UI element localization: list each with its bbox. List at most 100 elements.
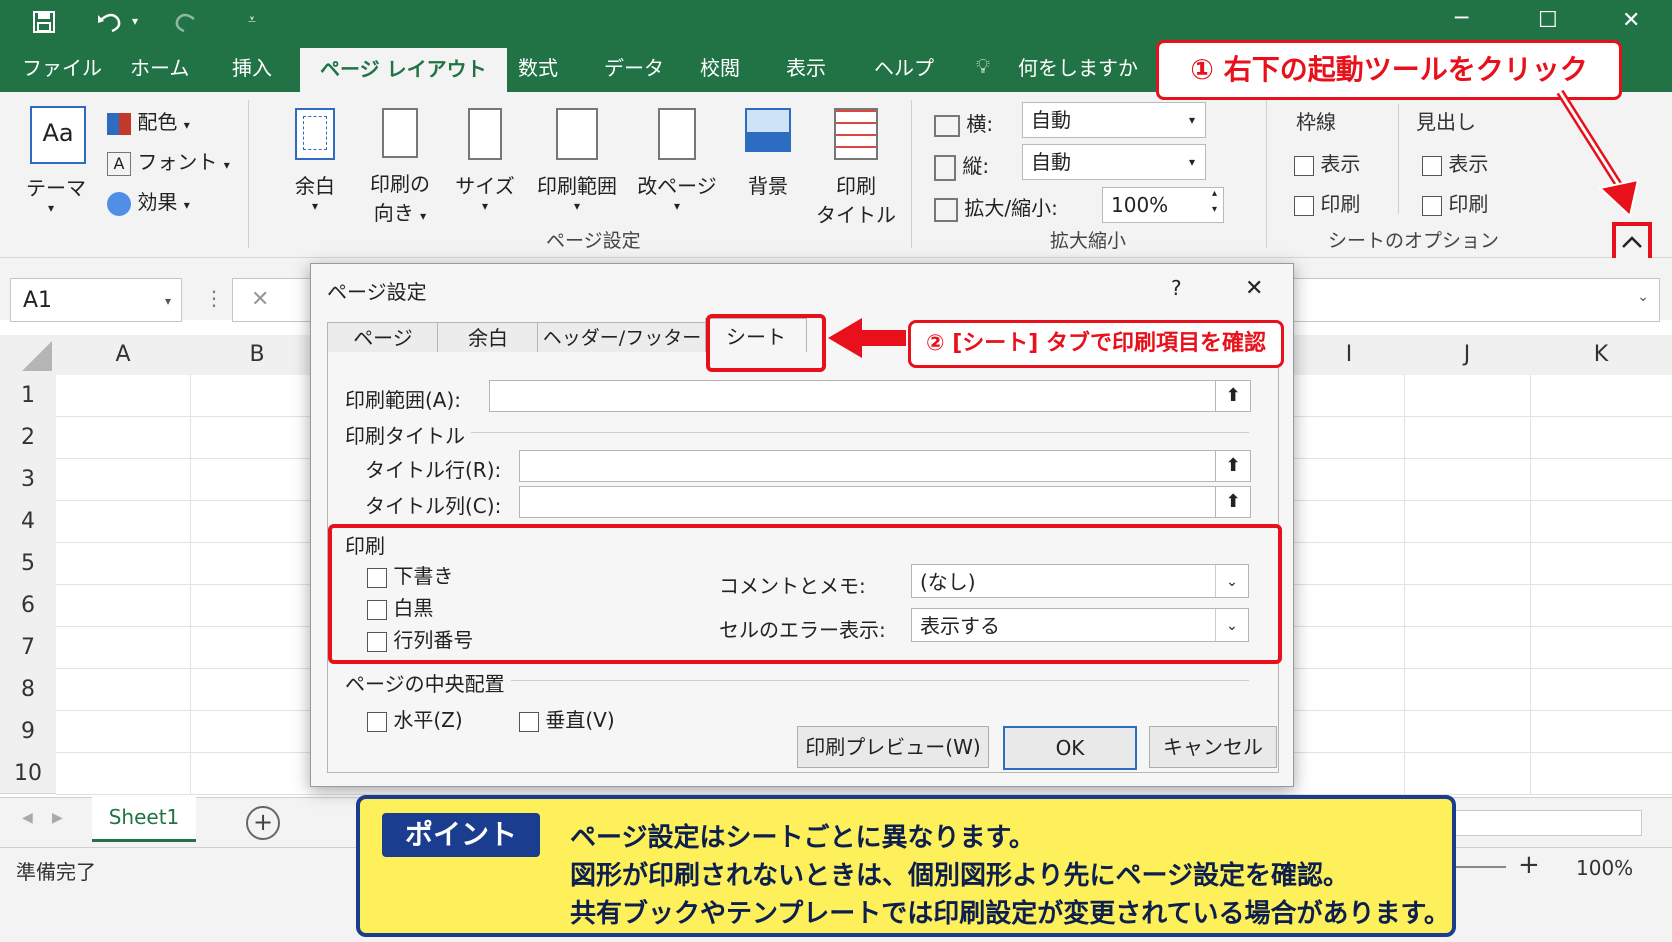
chevron-down-icon[interactable]: ⌄	[1637, 289, 1649, 305]
separator	[1266, 100, 1267, 248]
background-button[interactable]: 背景	[740, 108, 796, 199]
orientation-icon	[382, 108, 418, 158]
column-header[interactable]: I	[1294, 335, 1405, 375]
scroll-left-icon[interactable]: ◀	[22, 810, 33, 826]
zoom-slider[interactable]	[1452, 866, 1506, 868]
row-header[interactable]: 4	[0, 501, 56, 544]
cancel-icon[interactable]: ✕	[251, 287, 269, 312]
tab-margins[interactable]: 余白	[437, 322, 539, 353]
print-area-input[interactable]: ⬆	[489, 380, 1251, 412]
collapse-dialog-icon[interactable]: ⬆	[1215, 381, 1250, 411]
dialog-close-button[interactable]: ✕	[1245, 276, 1263, 301]
horizontal-checkbox[interactable]: 水平(Z)	[367, 704, 463, 733]
collapse-dialog-icon[interactable]: ⬆	[1215, 451, 1250, 481]
print-preview-button[interactable]: 印刷プレビュー(W)	[797, 726, 989, 768]
gridlines-print-checkbox[interactable]: 印刷	[1294, 188, 1360, 217]
zoom-in-button[interactable]: +	[1518, 850, 1540, 880]
customize-qat-icon[interactable]: ⩡	[248, 12, 256, 28]
row-header[interactable]: 6	[0, 585, 56, 628]
size-button[interactable]: サイズ ▾	[455, 108, 515, 213]
checkbox	[519, 711, 539, 732]
row-header[interactable]: 1	[0, 375, 56, 418]
zoom-level[interactable]: 100%	[1576, 856, 1633, 880]
print-titles-icon	[834, 108, 878, 160]
height-select[interactable]: 自動 ▾	[1022, 144, 1206, 180]
column-header[interactable]: K	[1530, 335, 1672, 375]
print-area-button[interactable]: 印刷範囲 ▾	[532, 108, 622, 213]
effects-icon	[107, 191, 131, 216]
headings-print-checkbox[interactable]: 印刷	[1422, 188, 1488, 217]
row-header[interactable]: 8	[0, 669, 56, 712]
name-box[interactable]: A1 ▾	[10, 278, 182, 322]
help-button[interactable]: ?	[1171, 276, 1182, 300]
height-icon	[934, 154, 956, 181]
breaks-button[interactable]: 改ページ ▾	[635, 108, 719, 213]
add-sheet-button[interactable]: +	[246, 806, 280, 840]
chevron-down-icon: ▾	[48, 201, 55, 215]
headings-view-checkbox[interactable]: 表示	[1422, 148, 1488, 177]
row-header[interactable]: 2	[0, 417, 56, 460]
row-header[interactable]: 3	[0, 459, 56, 502]
row-header[interactable]: 5	[0, 543, 56, 586]
tab-insert[interactable]: 挿入	[232, 52, 272, 81]
ok-button[interactable]: OK	[1003, 726, 1137, 770]
tab-file[interactable]: ファイル	[22, 52, 102, 81]
orientation-label-2: 向き	[373, 201, 414, 225]
divider	[471, 432, 1249, 433]
arrow-step-2	[828, 318, 906, 358]
column-header[interactable]: B	[190, 335, 325, 375]
margins-button[interactable]: 余白 ▾	[290, 108, 340, 213]
callout-step-2: ② [シート] タブで印刷項目を確認	[908, 320, 1284, 368]
column-header[interactable]: J	[1404, 335, 1531, 375]
width-select[interactable]: 自動 ▾	[1022, 102, 1206, 138]
themes-button[interactable]: Aa テーマ ▾	[26, 106, 88, 224]
gridlines-view-checkbox[interactable]: 表示	[1294, 148, 1360, 177]
save-icon[interactable]	[32, 10, 56, 34]
tab-help[interactable]: ヘルプ	[874, 52, 934, 81]
scroll-right-icon[interactable]: ▶	[52, 810, 63, 826]
separator	[911, 100, 912, 248]
zoom-spinner[interactable]: 100% ▴ ▾	[1102, 187, 1224, 223]
cancel-button[interactable]: キャンセル	[1149, 726, 1277, 768]
effects-label: 効果	[137, 190, 178, 214]
orientation-button[interactable]: 印刷の 向き ▾	[362, 108, 438, 226]
tab-home[interactable]: ホーム	[130, 52, 189, 81]
sheet-tab-sheet1[interactable]: Sheet1	[92, 797, 196, 842]
undo-icon[interactable]	[96, 9, 124, 35]
collapse-ribbon-button[interactable]	[1612, 222, 1652, 262]
chevron-down-icon[interactable]: ▾	[132, 14, 138, 28]
tab-formulas[interactable]: 数式	[518, 52, 558, 81]
collapse-dialog-icon[interactable]: ⬆	[1215, 487, 1250, 517]
tab-header-footer[interactable]: ヘッダー/フッター	[537, 322, 707, 353]
row-header[interactable]: 9	[0, 711, 56, 754]
zoom-icon	[934, 197, 958, 222]
print-titles-button[interactable]: 印刷 タイトル	[816, 108, 896, 228]
size-label: サイズ	[455, 174, 515, 198]
maximize-button[interactable]: ☐	[1538, 8, 1558, 33]
column-header[interactable]: A	[56, 335, 191, 375]
close-button[interactable]: ✕	[1622, 8, 1640, 33]
vertical-checkbox[interactable]: 垂直(V)	[519, 704, 615, 733]
title-cols-label: タイトル列(C):	[365, 494, 502, 518]
horizontal-scrollbar[interactable]	[1454, 810, 1642, 836]
scale-group-label: 拡大縮小	[1050, 230, 1127, 252]
select-all-corner[interactable]	[0, 335, 57, 375]
minimize-button[interactable]: ─	[1455, 6, 1468, 31]
dialog-title: ページ設定	[327, 280, 427, 304]
chevron-up-icon	[1622, 236, 1642, 248]
effects-button[interactable]: 効果 ▾	[107, 186, 190, 216]
tab-review[interactable]: 校閲	[700, 52, 740, 81]
fonts-button[interactable]: A フォント ▾	[107, 146, 230, 176]
colors-button[interactable]: 配色 ▾	[107, 106, 190, 135]
tell-me-search[interactable]: 何をしますか	[1018, 52, 1138, 81]
row-header[interactable]: 7	[0, 627, 56, 670]
tab-data[interactable]: データ	[604, 52, 664, 81]
picture-icon	[745, 108, 791, 152]
tab-page-layout[interactable]: ページ レイアウト	[300, 48, 507, 92]
spinner-icon: ▴ ▾	[1211, 188, 1217, 215]
row-header[interactable]: 10	[0, 753, 56, 794]
title-rows-input[interactable]: ⬆	[519, 450, 1251, 482]
tab-page[interactable]: ページ	[327, 322, 439, 353]
tab-view[interactable]: 表示	[786, 52, 826, 81]
title-cols-input[interactable]: ⬆	[519, 486, 1251, 518]
